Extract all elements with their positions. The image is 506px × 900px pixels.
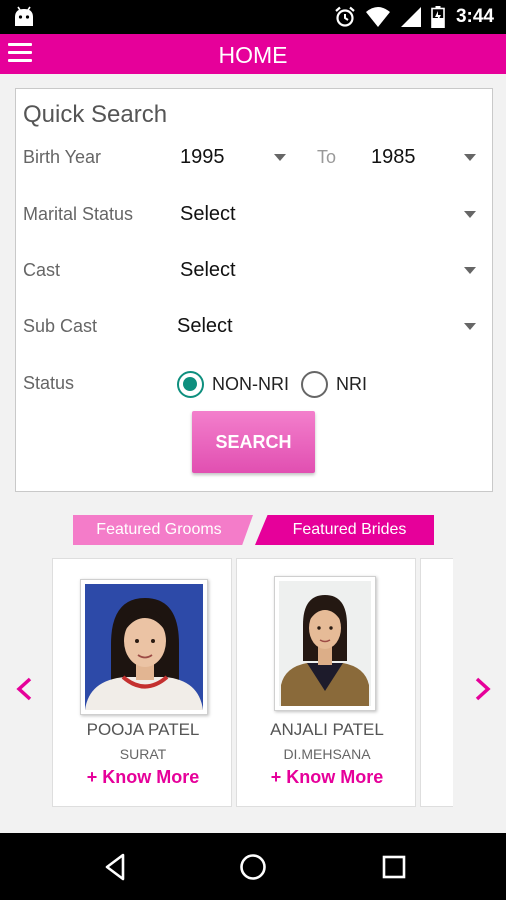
- profile-name: POOJA PATEL: [86, 720, 200, 739]
- chevron-left-icon[interactable]: [12, 675, 36, 703]
- profile-card[interactable]: ANJALI PATEL DI.MEHSANA + Know More: [236, 558, 416, 807]
- marital-status-dropdown[interactable]: Select: [180, 199, 476, 231]
- profile-city: SURAT: [119, 746, 167, 762]
- page-title: HOME: [218, 42, 288, 68]
- home-icon[interactable]: [237, 851, 269, 883]
- chevron-right-icon[interactable]: [471, 675, 495, 703]
- birth-year-from-value: 1995: [180, 146, 225, 168]
- radio-non-nri-label: NON-NRI: [212, 373, 289, 394]
- sub-cast-value: Select: [177, 315, 233, 337]
- battery-icon: [431, 6, 445, 28]
- cast-value: Select: [180, 259, 236, 281]
- radio-unchecked-icon: [301, 370, 328, 398]
- birth-year-to-dropdown[interactable]: 1985: [371, 142, 476, 174]
- recents-icon[interactable]: [378, 851, 410, 883]
- radio-nri-label: NRI: [336, 373, 367, 394]
- dropdown-arrow-icon: [274, 154, 286, 161]
- person-avatar-icon: [85, 584, 203, 710]
- marital-status-label: Marital Status: [23, 204, 134, 224]
- back-icon[interactable]: [99, 851, 131, 883]
- system-nav-bar: [0, 833, 506, 900]
- radio-nri[interactable]: NRI: [301, 369, 367, 399]
- search-button[interactable]: SEARCH: [192, 411, 315, 473]
- dropdown-arrow-icon: [464, 267, 476, 274]
- person-avatar-icon: [279, 581, 371, 706]
- birth-year-from-dropdown[interactable]: 1995: [180, 142, 286, 174]
- radio-checked-icon: [177, 370, 204, 398]
- to-label: To: [317, 147, 337, 167]
- sub-cast-label: Sub Cast: [23, 316, 98, 336]
- cast-label: Cast: [23, 260, 61, 280]
- birth-year-label: Birth Year: [23, 147, 102, 167]
- profile-card[interactable]: POOJA PATEL SURAT + Know More: [52, 558, 232, 807]
- cast-dropdown[interactable]: Select: [180, 255, 476, 287]
- marital-status-value: Select: [180, 203, 236, 225]
- wifi-icon: [365, 7, 390, 27]
- tab-featured-brides[interactable]: Featured Brides: [255, 515, 434, 545]
- radio-non-nri[interactable]: NON-NRI: [177, 369, 289, 399]
- sub-cast-dropdown[interactable]: Select: [177, 311, 476, 343]
- status-time: 3:44: [455, 6, 494, 27]
- know-more-link[interactable]: + Know More: [237, 767, 417, 788]
- signal-icon: [400, 7, 421, 27]
- quick-search-title: Quick Search: [23, 101, 168, 128]
- profile-photo: [80, 579, 208, 715]
- profile-photo: [274, 576, 376, 711]
- birth-year-to-value: 1985: [371, 146, 416, 168]
- alarm-icon: [335, 6, 355, 27]
- dropdown-arrow-icon: [464, 323, 476, 330]
- quick-search-card: Quick Search Birth Year 1995 To 1985 Mar…: [15, 88, 493, 492]
- dropdown-arrow-icon: [464, 154, 476, 161]
- status-label: Status: [23, 373, 75, 393]
- dropdown-arrow-icon: [464, 211, 476, 218]
- android-icon: [15, 6, 33, 26]
- tab-featured-grooms[interactable]: Featured Grooms: [73, 515, 253, 545]
- know-more-link[interactable]: + Know More: [53, 767, 233, 788]
- profile-card-partial[interactable]: [420, 558, 453, 807]
- status-bar: 3:44: [0, 0, 506, 34]
- app-bar: HOME: [0, 34, 506, 74]
- profile-carousel: POOJA PATEL SURAT + Know More ANJALI PAT…: [52, 558, 453, 808]
- profile-city: DI.MEHSANA: [283, 746, 371, 762]
- profile-name: ANJALI PATEL: [270, 720, 384, 739]
